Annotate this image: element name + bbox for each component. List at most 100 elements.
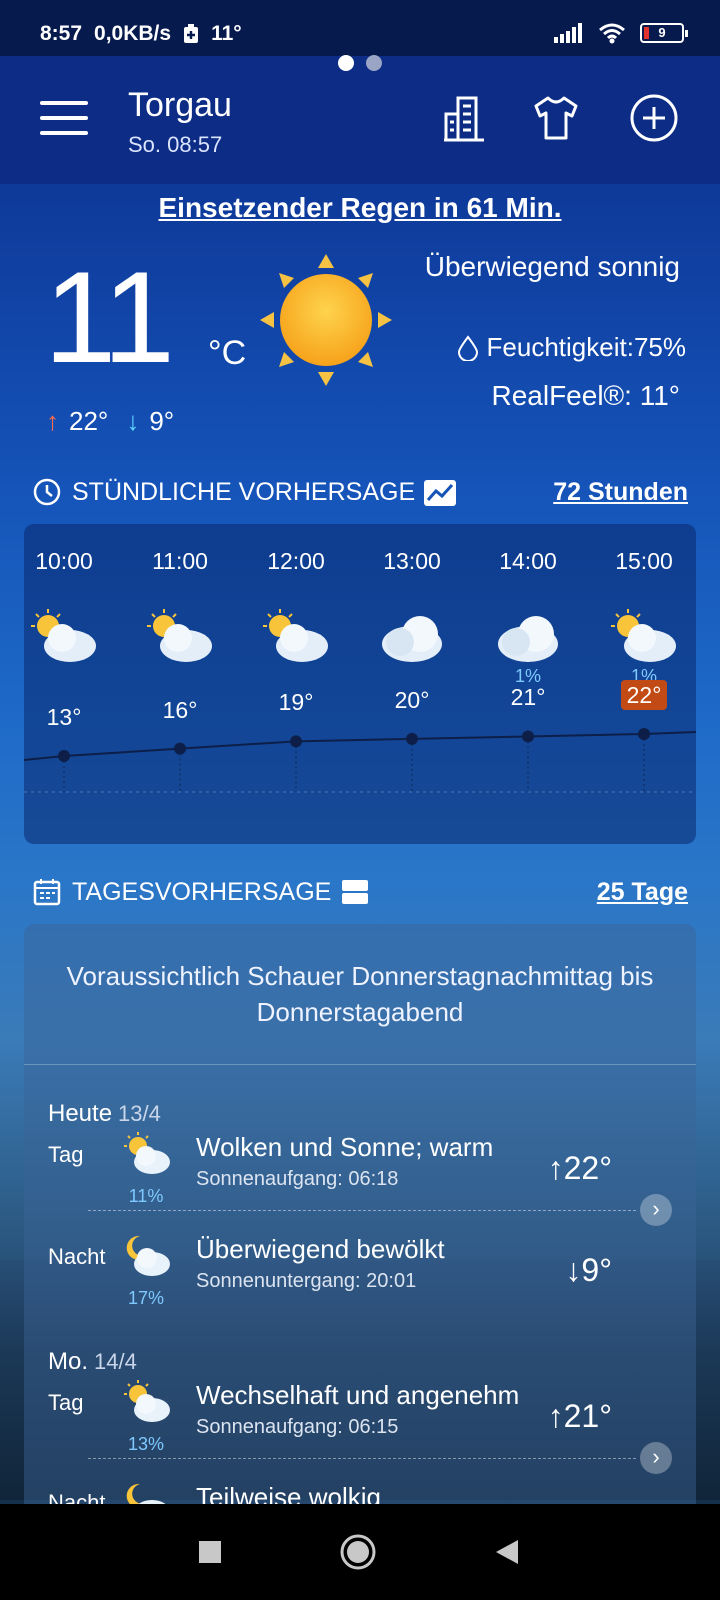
dashed-divider <box>88 1210 636 1211</box>
humidity-value: Feuchtigkeit:75% <box>486 332 686 362</box>
temp-point <box>174 742 186 755</box>
back-button[interactable] <box>488 1532 528 1572</box>
period-label: Tag <box>48 1142 84 1167</box>
hourly-72h-link[interactable]: 72 Stunden <box>553 478 688 507</box>
high-temp: 22° <box>69 406 109 436</box>
status-time: 8:57 <box>40 22 83 45</box>
page-dot <box>366 55 382 71</box>
night-description[interactable]: Teilweise wolkig <box>196 1482 381 1504</box>
day-title: Heute 13/4 <box>48 1100 161 1127</box>
night-low-temp: ↓9° <box>565 1252 612 1288</box>
day-high-temp: ↑22° <box>547 1150 612 1186</box>
day-title: Mo. 14/4 <box>48 1348 137 1375</box>
status-bar: 8:57 0,0KB/s 11° 9 <box>0 0 720 56</box>
chevron-right-icon[interactable]: › <box>640 1442 672 1474</box>
humidity: Feuchtigkeit:75% <box>457 332 686 363</box>
status-network-speed: 0,0KB/s <box>94 22 172 45</box>
hour-time: 10:00 <box>35 548 93 574</box>
hourly-forecast-panel[interactable]: 10:00 13° 11:00 16° 12:00 19° 13:00 20° 14:00 1% 2… <box>24 524 696 844</box>
app-header <box>0 56 720 184</box>
droplet-icon <box>457 334 478 361</box>
cloud-icon <box>498 616 558 662</box>
precip-chance: 17% <box>127 1288 165 1308</box>
clothing-icon[interactable] <box>530 92 582 144</box>
sun-cloud-icon <box>611 609 676 662</box>
city-name[interactable]: Torgau <box>128 86 232 125</box>
hour-time: 14:00 <box>499 548 557 574</box>
sun-cloud-icon <box>147 609 212 662</box>
low-temp: 9° <box>149 406 175 436</box>
clock-icon <box>33 478 61 506</box>
dashed-divider <box>88 1458 636 1459</box>
menu-icon[interactable] <box>40 101 88 135</box>
temp-point <box>406 732 418 745</box>
temp-point <box>522 730 534 743</box>
hour-time: 13:00 <box>383 548 441 574</box>
hour-temp: 22° <box>594 680 694 710</box>
temp-point <box>638 728 650 740</box>
hour-temp: 16° <box>162 696 198 723</box>
signal-icon <box>554 23 582 43</box>
sun-cloud-icon <box>124 1132 170 1174</box>
temp-line <box>24 731 696 761</box>
daily-header: TAGESVORHERSAGE 25 Tage <box>32 874 688 910</box>
day-description[interactable]: Wechselhaft und angenehm <box>196 1380 519 1411</box>
precip-chance: 13% <box>127 1434 165 1454</box>
realfeel: RealFeel®: 11° <box>491 380 680 411</box>
hourly-header: STÜNDLICHE VORHERSAGE 72 Stunden <box>32 474 688 510</box>
day-description[interactable]: Wolken und Sonne; warm <box>196 1132 493 1163</box>
sunrise-time: Sonnenaufgang: 06:15 <box>196 1416 399 1438</box>
city-datetime: So. 08:57 <box>128 132 223 157</box>
moon-cloud-icon <box>126 1235 170 1276</box>
sunrise-time: Sonnenaufgang: 06:18 <box>196 1168 399 1190</box>
current-temp: 11 <box>44 244 175 390</box>
hourly-title: STÜNDLICHE VORHERSAGE <box>72 477 416 506</box>
arrow-down-icon: ↓ <box>126 406 140 436</box>
high-low: ↑ 22° ↓ 9° <box>46 406 174 437</box>
sunset-time: Sonnenuntergang: 20:01 <box>196 1270 417 1292</box>
hour-temp: 13° <box>46 704 82 730</box>
page-indicator <box>338 55 382 71</box>
period-label: Nacht <box>48 1244 106 1269</box>
rain-alert-link[interactable]: Einsetzender Regen in 61 Min. <box>0 192 720 224</box>
precip-chance: 11% <box>128 1186 164 1206</box>
sun-cloud-icon <box>263 609 328 662</box>
day-high-temp: ↑21° <box>547 1398 612 1434</box>
night-description[interactable]: Überwiegend bewölkt <box>196 1234 445 1265</box>
trend-chart-icon[interactable] <box>423 477 457 507</box>
hour-time: 11:00 <box>152 548 208 574</box>
home-button[interactable] <box>338 1532 378 1572</box>
system-nav-bar <box>0 1504 720 1600</box>
wifi-icon <box>599 23 625 44</box>
hour-time: 12:00 <box>267 548 325 574</box>
current-condition: Überwiegend sonnig <box>424 251 680 282</box>
battery-saver-icon <box>184 24 199 43</box>
temp-point <box>58 750 70 762</box>
hour-temp: 19° <box>278 689 314 716</box>
recents-button[interactable] <box>190 1532 230 1572</box>
battery-icon: 9 <box>640 23 688 43</box>
list-view-icon[interactable] <box>341 879 369 905</box>
moon-cloud-icon <box>126 1483 166 1504</box>
buildings-icon[interactable] <box>438 92 490 144</box>
divider <box>24 1064 696 1065</box>
hour-temp: 21° <box>510 684 546 711</box>
page-dot-active <box>338 55 354 71</box>
hour-temp: 20° <box>394 686 430 713</box>
sun-cloud-icon <box>31 609 96 662</box>
calendar-icon <box>33 879 61 906</box>
arrow-up-icon: ↑ <box>46 406 59 436</box>
period-label: Tag <box>48 1390 84 1415</box>
daily-25days-link[interactable]: 25 Tage <box>597 878 688 907</box>
daily-summary: Voraussichtlich Schauer Donnerstagnachmi… <box>66 961 654 1027</box>
temp-point <box>290 735 302 748</box>
chevron-right-icon[interactable]: › <box>640 1194 672 1226</box>
sun-cloud-icon <box>124 1380 170 1422</box>
daily-forecast-panel: Voraussichtlich Schauer Donnerstagnachmi… <box>24 924 696 1504</box>
status-temp: 11° <box>211 22 242 45</box>
cloud-icon <box>382 616 442 662</box>
temp-unit[interactable]: °C <box>208 334 246 373</box>
daily-title: TAGESVORHERSAGE <box>72 877 332 906</box>
add-location-icon[interactable] <box>628 92 680 144</box>
period-label: Nacht <box>48 1490 106 1504</box>
